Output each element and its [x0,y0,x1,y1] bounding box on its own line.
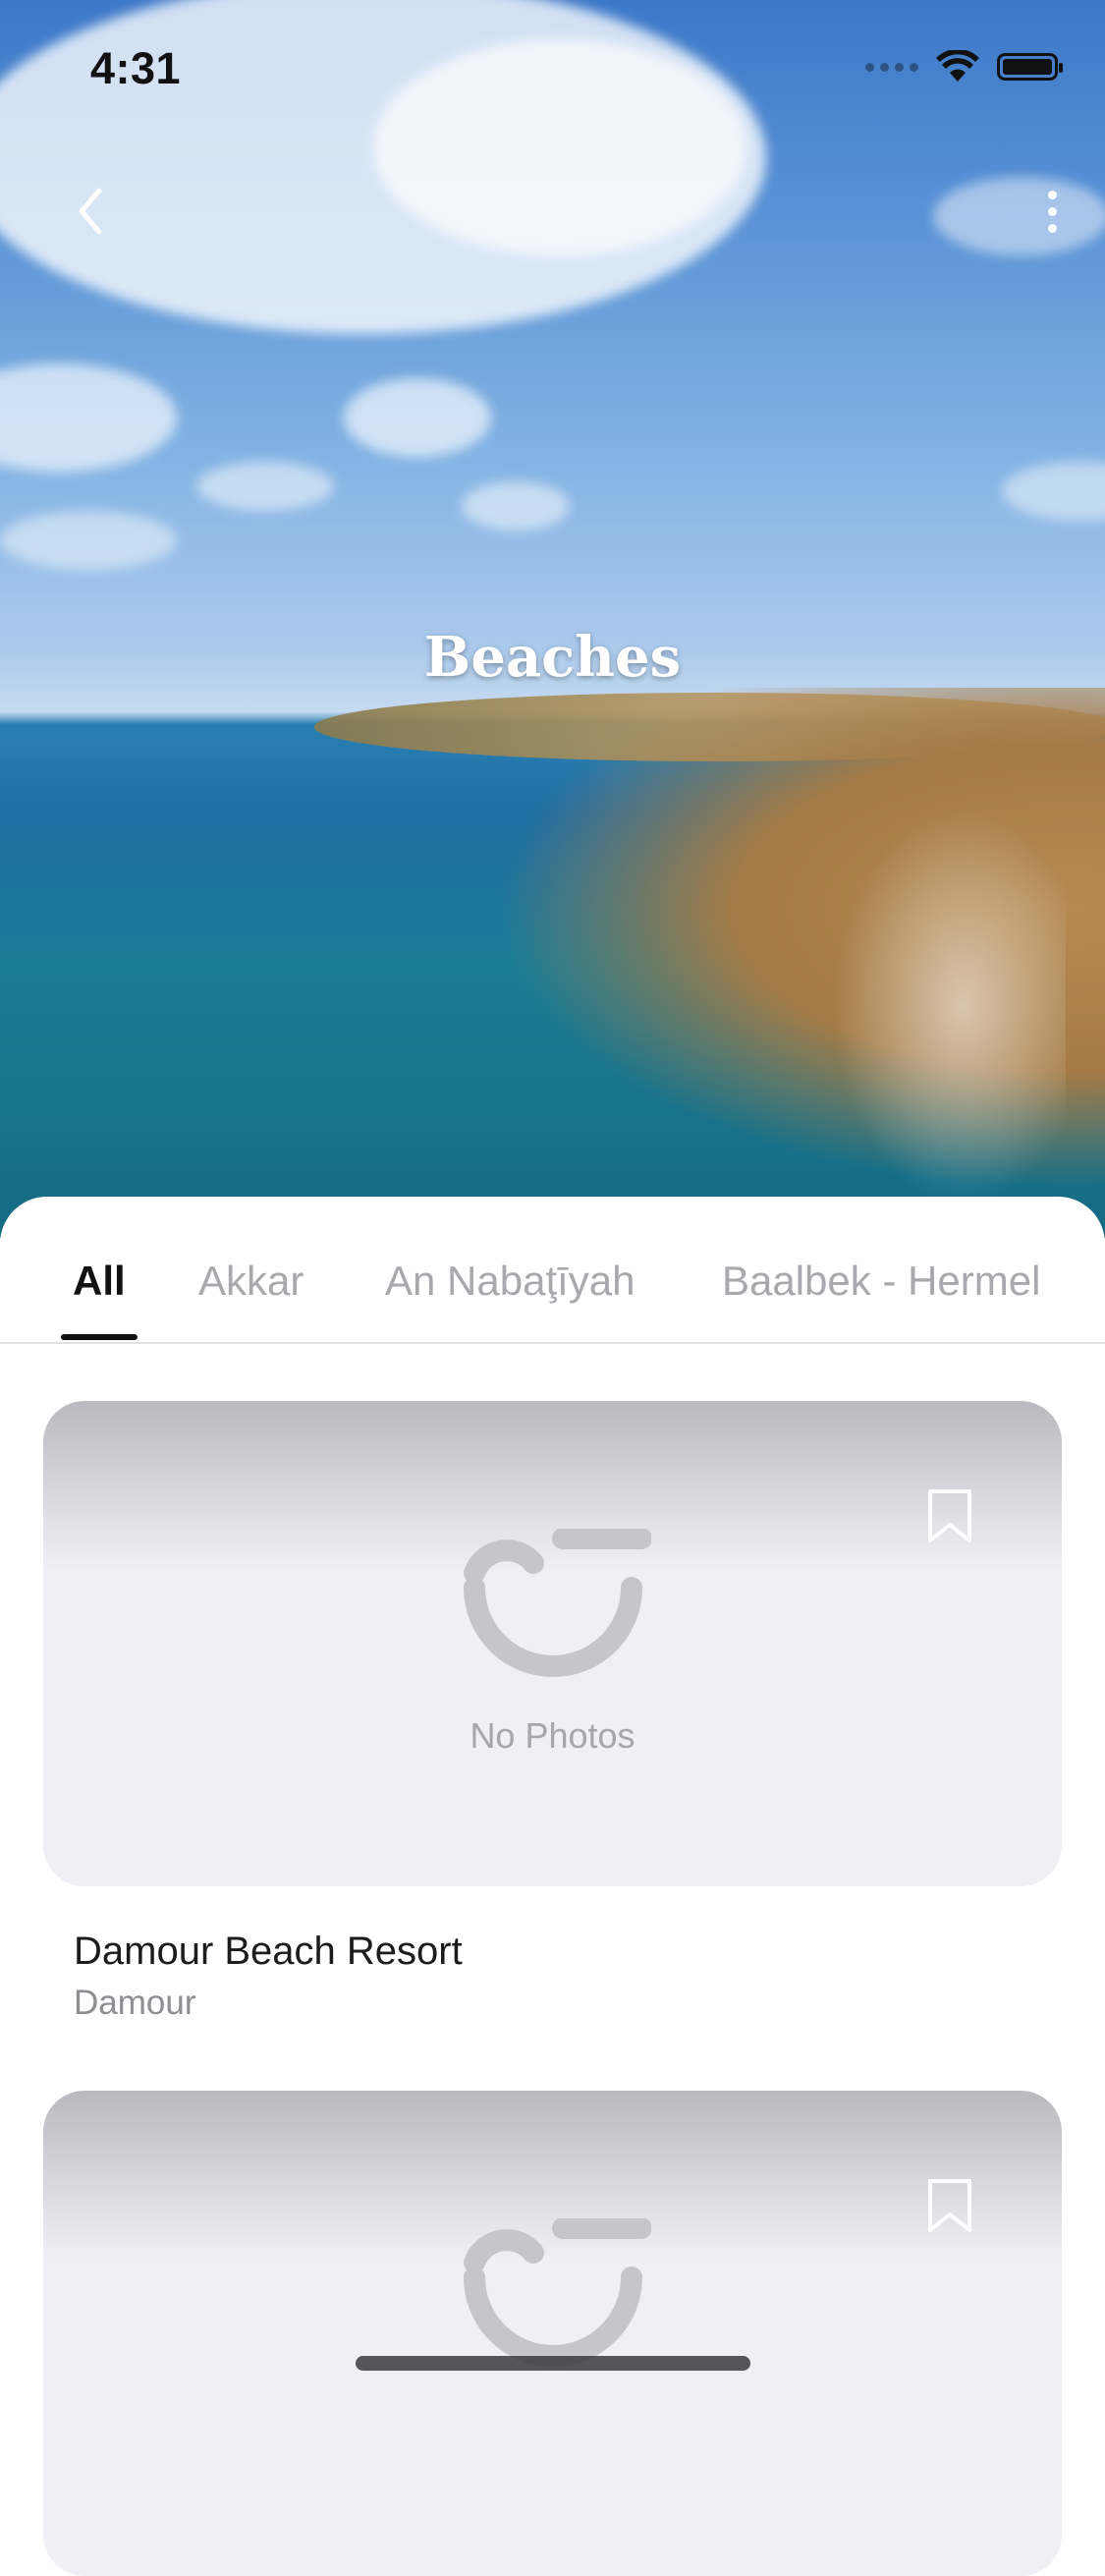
place-card[interactable] [43,2091,1062,2576]
status-time: 4:31 [90,43,182,93]
card-photo[interactable]: No Photos [43,1401,1062,1886]
wifi-icon [936,50,979,82]
region-tabs: All Akkar An Nabaţīyah Baalbek - Hermel [0,1197,1105,1344]
place-card[interactable]: No Photos Damour Beach Resort Damour [43,1401,1062,2023]
no-photos-label: No Photos [470,1715,635,1756]
hero-image [0,0,1105,1238]
place-location: Damour [74,1984,196,2022]
no-photo-placeholder: No Photos [43,1529,1062,1757]
tab-akkar[interactable]: Akkar [198,1258,304,1305]
card-photo[interactable] [43,2091,1062,2576]
no-photo-placeholder [43,2218,1062,2376]
place-name: Damour Beach Resort [74,1930,463,1973]
status-indicators [865,47,1063,86]
home-indicator[interactable] [356,2356,750,2371]
back-button[interactable] [61,177,120,246]
no-photo-icon [463,2218,651,2367]
active-tab-indicator [61,1334,138,1340]
more-options-button[interactable] [1022,177,1081,246]
tab-all[interactable]: All [73,1258,126,1305]
more-vertical-icon [1047,190,1057,199]
tab-baalbek-hermel[interactable]: Baalbek - Hermel [722,1258,1040,1305]
chevron-left-icon [79,188,102,235]
cellular-signal-icon [865,62,918,72]
tab-an-nabatiyah[interactable]: An Nabaţīyah [385,1258,635,1305]
page-title: Beaches [423,625,682,690]
content-sheet: All Akkar An Nabaţīyah Baalbek - Hermel … [0,1197,1105,2576]
no-photo-icon [463,1529,651,1677]
battery-icon [997,53,1063,81]
